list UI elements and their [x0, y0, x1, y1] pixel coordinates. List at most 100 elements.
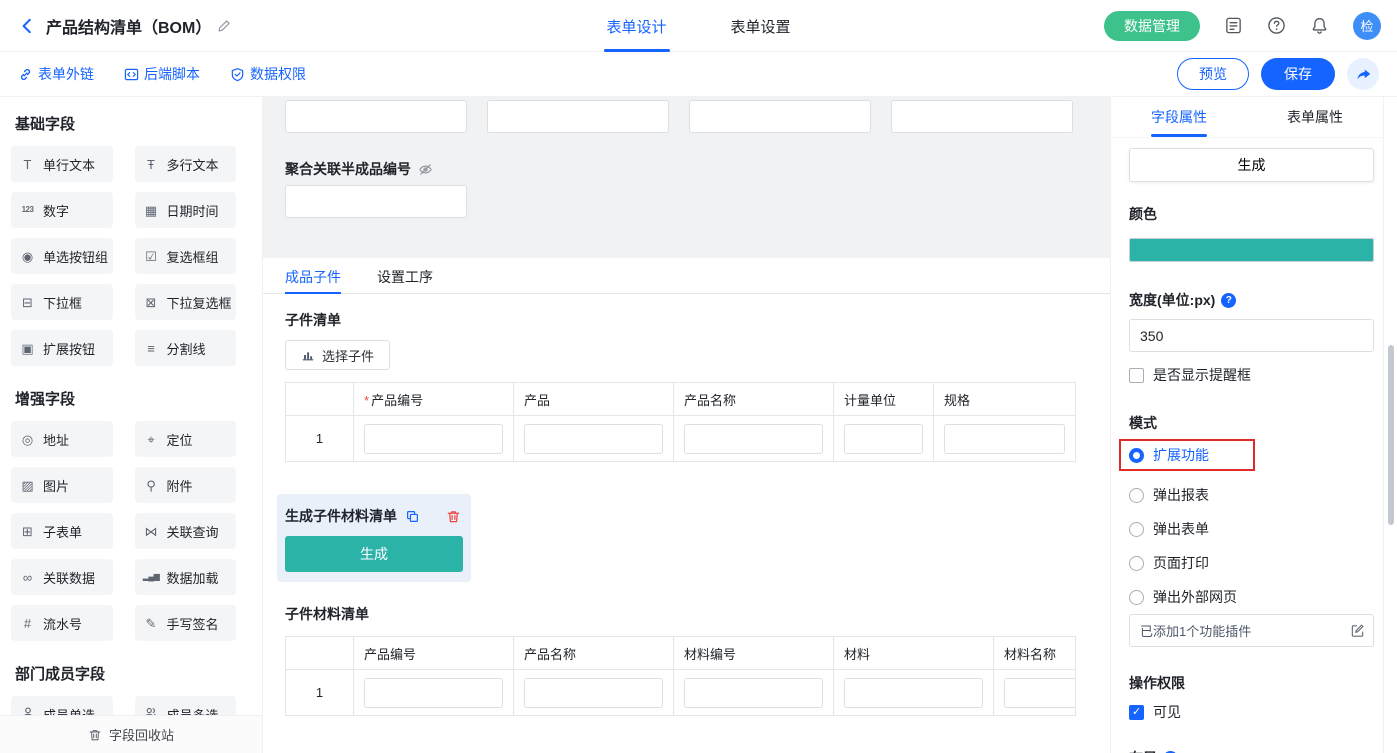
- cell-input[interactable]: [944, 424, 1065, 454]
- form-canvas: 聚合关联半成品编号 成品子件 设置工序 子件清单 选择子件: [263, 97, 1110, 753]
- reminder-checkbox-row[interactable]: 是否显示提醒框: [1129, 365, 1374, 385]
- tab-form-properties[interactable]: 表单属性: [1247, 97, 1383, 137]
- tab-form-design[interactable]: 表单设计: [606, 0, 666, 52]
- aggregate-field-input[interactable]: [285, 185, 467, 218]
- color-swatch[interactable]: [1129, 238, 1374, 262]
- sidebar-field-linked-data[interactable]: ∞关联数据: [11, 559, 113, 595]
- sidebar-field-data-load[interactable]: ▂▄▆数据加载: [135, 559, 237, 595]
- sidebar-field-signature[interactable]: ✎手写签名: [135, 605, 237, 641]
- link-label: 表单外链: [38, 64, 94, 84]
- mode-option-popup-form[interactable]: 弹出表单: [1129, 519, 1374, 539]
- sidebar-field-divider[interactable]: ≡分割线: [135, 330, 237, 366]
- column-header: 材料: [834, 637, 994, 670]
- multiline-text-icon: Ŧ: [143, 158, 160, 171]
- sidebar-field-location[interactable]: ⌖定位: [135, 421, 237, 457]
- feedback-icon[interactable]: [1224, 16, 1243, 35]
- edit-title-icon[interactable]: [217, 19, 231, 33]
- share-button[interactable]: [1347, 58, 1379, 90]
- form-external-link[interactable]: 表单外链: [18, 64, 94, 84]
- user-avatar[interactable]: 检: [1353, 12, 1381, 40]
- cell-input[interactable]: [844, 678, 983, 708]
- sidebar-field-dropdown[interactable]: ⊟下拉框: [11, 284, 113, 320]
- plugin-field-text: 已添加1个功能插件: [1140, 621, 1251, 640]
- help-icon[interactable]: [1267, 16, 1286, 35]
- select-subparts-button[interactable]: 选择子件: [285, 340, 390, 370]
- layout-label: 布局: [1129, 748, 1374, 753]
- visible-checkbox-row[interactable]: 可见: [1129, 702, 1374, 722]
- cell-input[interactable]: [684, 424, 823, 454]
- radio-selected-icon[interactable]: [1129, 448, 1144, 463]
- cell-input[interactable]: [364, 424, 503, 454]
- sidebar-field-number[interactable]: 123数字: [11, 192, 113, 228]
- form-field-input[interactable]: [487, 100, 669, 133]
- notification-bell-icon[interactable]: [1310, 16, 1329, 35]
- signature-icon: ✎: [143, 617, 160, 630]
- sidebar-field-single-line-text[interactable]: T单行文本: [11, 146, 113, 182]
- cell-input[interactable]: [684, 678, 823, 708]
- sidebar-field-serial-number[interactable]: #流水号: [11, 605, 113, 641]
- sidebar-field-linked-query[interactable]: ⋈关联查询: [135, 513, 237, 549]
- sidebar-field-checkbox-group[interactable]: ☑复选框组: [135, 238, 237, 274]
- back-button[interactable]: [16, 15, 38, 37]
- cell-input[interactable]: [524, 424, 663, 454]
- radio-icon[interactable]: [1129, 590, 1144, 605]
- sidebar-field-radio-group[interactable]: ◉单选按钮组: [11, 238, 113, 274]
- page-title: 产品结构清单（BOM）: [46, 14, 211, 38]
- generate-button[interactable]: 生成: [285, 536, 463, 572]
- single-line-text-icon: T: [19, 158, 36, 171]
- cell-input[interactable]: [844, 424, 923, 454]
- sidebar-field-attachment[interactable]: ⚲附件: [135, 467, 237, 503]
- cell-input[interactable]: [1004, 678, 1076, 708]
- form-field-input[interactable]: [891, 100, 1073, 133]
- mode-option-popup-report[interactable]: 弹出报表: [1129, 485, 1374, 505]
- mode-option-popup-external-page[interactable]: 弹出外部网页: [1129, 587, 1374, 607]
- location-icon: ⌖: [143, 433, 160, 446]
- plugin-field[interactable]: 已添加1个功能插件: [1129, 614, 1374, 647]
- reminder-checkbox[interactable]: [1129, 368, 1144, 383]
- properties-panel: 字段属性 表单属性 生成 颜色 宽度(单位:px) 是否显示提醒框 模式: [1110, 97, 1383, 753]
- visible-checkbox[interactable]: [1129, 705, 1144, 720]
- save-button[interactable]: 保存: [1261, 58, 1335, 90]
- mode-option-page-print[interactable]: 页面打印: [1129, 553, 1374, 573]
- mode-option-label: 弹出表单: [1153, 519, 1209, 539]
- sidebar-field-extend-button[interactable]: ▣扩展按钮: [11, 330, 113, 366]
- eye-off-icon[interactable]: [418, 162, 433, 177]
- form-field-input[interactable]: [689, 100, 871, 133]
- radio-icon[interactable]: [1129, 522, 1144, 537]
- sidebar-field-subform[interactable]: ⊞子表单: [11, 513, 113, 549]
- tab-process-setup[interactable]: 设置工序: [377, 258, 433, 293]
- button-text-preview[interactable]: 生成: [1129, 148, 1374, 182]
- scrollbar-thumb[interactable]: [1388, 345, 1394, 525]
- data-manage-button[interactable]: 数据管理: [1104, 11, 1200, 41]
- copy-field-icon[interactable]: [405, 509, 420, 524]
- radio-icon[interactable]: [1129, 556, 1144, 571]
- backend-script-link[interactable]: 后端脚本: [124, 64, 200, 84]
- sidebar-field-datetime[interactable]: ▦日期时间: [135, 192, 237, 228]
- column-header: 规格: [934, 383, 1076, 416]
- sidebar-field-multiline-text[interactable]: Ŧ多行文本: [135, 146, 237, 182]
- radio-group-icon: ◉: [19, 250, 36, 263]
- tab-finished-subparts[interactable]: 成品子件: [285, 258, 341, 293]
- mode-option-extend-highlighted[interactable]: 扩展功能: [1119, 439, 1255, 471]
- sidebar-field-dropdown-multiselect[interactable]: ⊠下拉复选框: [135, 284, 237, 320]
- radio-icon[interactable]: [1129, 488, 1144, 503]
- field-recycle-bin[interactable]: 字段回收站: [0, 715, 262, 753]
- form-field-input[interactable]: [285, 100, 467, 133]
- sidebar-field-address[interactable]: ◎地址: [11, 421, 113, 457]
- cell-input[interactable]: [364, 678, 503, 708]
- tab-form-settings[interactable]: 表单设置: [731, 0, 791, 52]
- width-help-icon[interactable]: [1221, 293, 1236, 308]
- selected-field-block[interactable]: 生成子件材料清单 生成: [277, 494, 471, 582]
- data-permission-link[interactable]: 数据权限: [230, 64, 306, 84]
- preview-button[interactable]: 预览: [1177, 58, 1249, 90]
- delete-field-icon[interactable]: [446, 509, 461, 524]
- chevron-left-icon: [18, 17, 36, 35]
- form-designer-window: 产品结构清单（BOM） 表单设计 表单设置 数据管理 检 表单: [0, 0, 1397, 753]
- tab-field-properties[interactable]: 字段属性: [1111, 97, 1247, 137]
- width-input[interactable]: [1129, 319, 1374, 352]
- cell-input[interactable]: [524, 678, 663, 708]
- sidebar-field-image[interactable]: ▨图片: [11, 467, 113, 503]
- edit-plugin-icon[interactable]: [1350, 623, 1365, 638]
- linked-query-icon: ⋈: [143, 525, 160, 538]
- subparts-table: *产品编号 产品 产品名称 计量单位 规格 1: [285, 382, 1076, 462]
